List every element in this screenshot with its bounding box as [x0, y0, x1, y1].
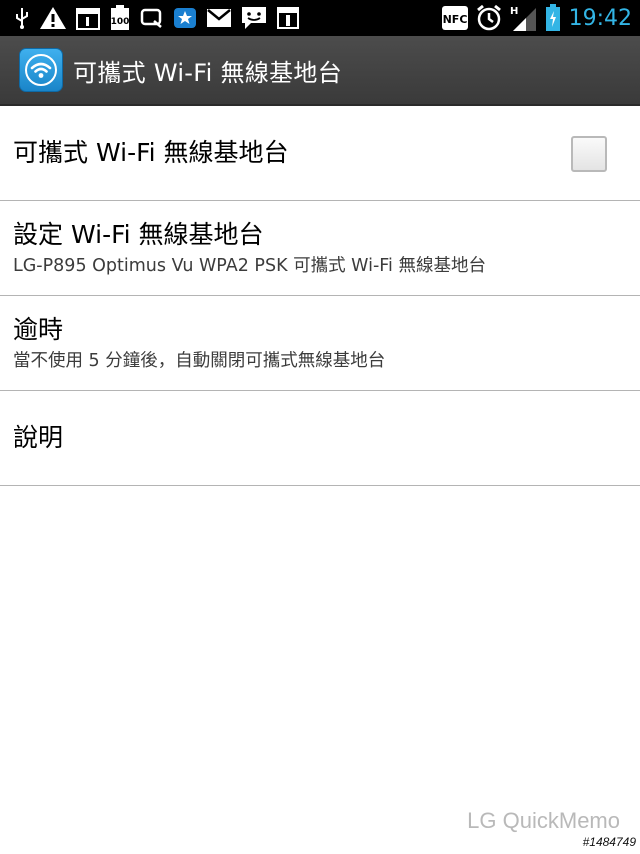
- download-icon: [276, 3, 300, 33]
- image-id-label: #1484749: [582, 835, 636, 849]
- usb-icon: [14, 3, 30, 33]
- quickmemo-watermark: LG QuickMemo: [467, 808, 620, 833]
- status-bar: 100 NFC H 19:42: [0, 0, 640, 36]
- timeout-summary: 當不使用 5 分鐘後，自動關閉可攜式無線基地台: [13, 350, 386, 371]
- configure-hotspot-item[interactable]: 設定 Wi-Fi 無線基地台 LG-P895 Optimus Vu WPA2 P…: [0, 201, 640, 296]
- battery-100-icon: 100: [109, 3, 131, 33]
- system-icons: NFC H 19:42: [435, 0, 632, 36]
- preference-list: 可攜式 Wi-Fi 無線基地台 設定 Wi-Fi 無線基地台 LG-P895 O…: [0, 106, 640, 486]
- alarm-icon: [475, 3, 503, 33]
- action-bar: 可攜式 Wi-Fi 無線基地台: [0, 36, 640, 106]
- configure-hotspot-summary: LG-P895 Optimus Vu WPA2 PSK 可攜式 Wi-Fi 無線…: [13, 255, 486, 276]
- hotspot-toggle-item[interactable]: 可攜式 Wi-Fi 無線基地台: [0, 106, 640, 201]
- page-title: 可攜式 Wi-Fi 無線基地台: [73, 58, 343, 87]
- help-item[interactable]: 說明: [0, 391, 640, 486]
- network-type-label: H: [510, 6, 518, 17]
- wifi-hotspot-icon[interactable]: [19, 48, 63, 92]
- messaging-icon: [241, 3, 267, 33]
- warning-icon: [39, 3, 67, 33]
- calendar-icon: [76, 3, 100, 33]
- help-title: 說明: [13, 423, 64, 452]
- clock: 19:42: [568, 5, 632, 31]
- timeout-title: 逾時: [13, 314, 64, 344]
- timeout-item[interactable]: 逾時 當不使用 5 分鐘後，自動關閉可攜式無線基地台: [0, 296, 640, 391]
- app-store-icon: [173, 3, 197, 33]
- battery-icon: [545, 3, 561, 33]
- hotspot-toggle-title: 可攜式 Wi-Fi 無線基地台: [13, 138, 289, 167]
- hotspot-checkbox[interactable]: [571, 136, 607, 172]
- gmail-icon: [206, 3, 232, 33]
- signal-icon: H: [509, 3, 539, 33]
- nfc-icon: NFC: [441, 3, 469, 33]
- quickmemo-icon: [140, 3, 164, 33]
- battery-100-label: 100: [111, 17, 130, 27]
- configure-hotspot-title: 設定 Wi-Fi 無線基地台: [13, 219, 264, 249]
- notification-icons: 100: [14, 0, 309, 36]
- nfc-label: NFC: [442, 13, 467, 26]
